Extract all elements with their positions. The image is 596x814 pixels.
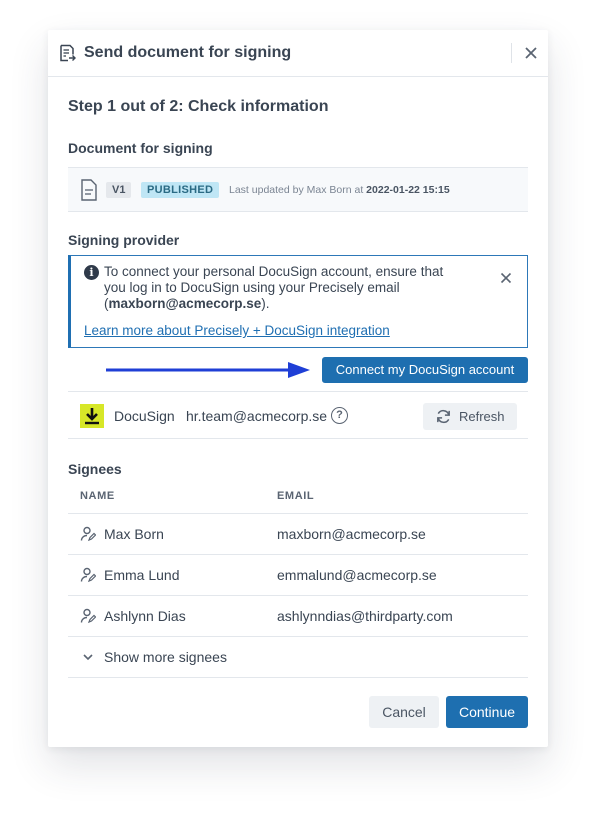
- info-text-after: ).: [261, 296, 270, 311]
- refresh-button[interactable]: Refresh: [423, 403, 517, 430]
- document-section-label: Document for signing: [68, 140, 213, 156]
- chevron-down-icon: [83, 654, 93, 661]
- info-email: maxborn@acmecorp.se: [108, 296, 262, 311]
- table-divider: [68, 677, 528, 678]
- cancel-button[interactable]: Cancel: [369, 696, 439, 728]
- info-message: To connect your personal DocuSign accoun…: [104, 264, 464, 312]
- signee-email: ashlynndias@thirdparty.com: [277, 608, 453, 624]
- connect-docusign-button[interactable]: Connect my DocuSign account: [322, 357, 528, 383]
- pointer-arrow-icon: [106, 362, 310, 378]
- refresh-label: Refresh: [459, 409, 505, 424]
- person-icon: [80, 526, 96, 542]
- meta-date: 2022-01-22 15:15: [366, 184, 450, 196]
- document-row: V1 PUBLISHED Last updated by Max Born at…: [68, 167, 528, 212]
- person-icon: [80, 567, 96, 583]
- meta-prefix: Last updated by Max Born at: [229, 184, 367, 196]
- continue-button[interactable]: Continue: [446, 696, 528, 728]
- dismiss-alert-icon[interactable]: [500, 272, 512, 284]
- learn-more-link[interactable]: Learn more about Precisely + DocuSign in…: [84, 323, 390, 338]
- show-more-signees-button[interactable]: Show more signees: [68, 637, 528, 677]
- step-title: Step 1 out of 2: Check information: [68, 98, 329, 115]
- document-meta: Last updated by Max Born at 2022-01-22 1…: [229, 184, 450, 196]
- info-icon: i: [84, 265, 99, 280]
- refresh-icon: [437, 409, 450, 424]
- send-for-signing-dialog: Send document for signing Step 1 out of …: [48, 30, 548, 747]
- column-header-email: EMAIL: [277, 490, 315, 502]
- help-icon[interactable]: ?: [331, 407, 348, 424]
- docusign-logo-icon: [80, 404, 104, 428]
- show-more-label: Show more signees: [104, 649, 227, 665]
- info-alert: i To connect your personal DocuSign acco…: [68, 255, 528, 348]
- signee-name: Emma Lund: [104, 567, 180, 583]
- dialog-header: Send document for signing: [48, 30, 548, 77]
- person-icon: [80, 608, 96, 624]
- table-row: Max Born maxborn@acmecorp.se: [68, 514, 528, 554]
- signee-email: emmalund@acmecorp.se: [277, 567, 437, 583]
- signees-label: Signees: [68, 461, 122, 477]
- document-send-icon: [60, 44, 76, 62]
- provider-name: DocuSign: [114, 408, 175, 424]
- signee-name: Ashlynn Dias: [104, 608, 186, 624]
- header-divider: [511, 43, 512, 63]
- table-row: Emma Lund emmalund@acmecorp.se: [68, 555, 528, 595]
- version-badge: V1: [106, 182, 132, 198]
- status-badge: PUBLISHED: [141, 182, 220, 198]
- column-header-name: NAME: [80, 490, 115, 502]
- close-icon[interactable]: [522, 44, 540, 62]
- provider-row: DocuSign hr.team@acmecorp.se ? Refresh: [68, 391, 528, 439]
- dialog-title: Send document for signing: [84, 44, 292, 61]
- signing-provider-label: Signing provider: [68, 232, 180, 248]
- table-row: Ashlynn Dias ashlynndias@thirdparty.com: [68, 596, 528, 636]
- provider-email: hr.team@acmecorp.se: [186, 408, 328, 424]
- signee-email: maxborn@acmecorp.se: [277, 526, 426, 542]
- signee-name: Max Born: [104, 526, 164, 542]
- document-icon: [81, 179, 97, 201]
